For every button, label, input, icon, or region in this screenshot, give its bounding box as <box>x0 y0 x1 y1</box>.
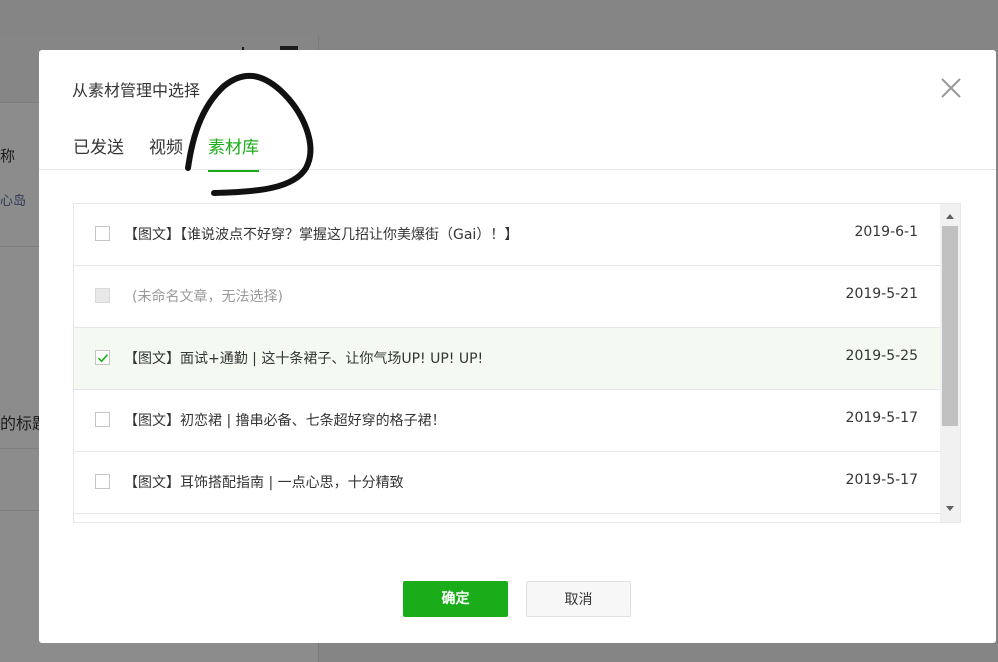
select-material-dialog: 从素材管理中选择 已发送 视频 素材库 【图文】【谁说波点不好穿？掌握这几招让你… <box>39 50 996 643</box>
checkmark-icon <box>97 354 109 363</box>
item-checkbox-disabled <box>95 288 110 303</box>
item-checkbox[interactable] <box>95 412 110 427</box>
item-title: 【图文】耳饰搭配指南 | 一点心思，十分精致 <box>124 475 404 491</box>
tab-bar: 已发送 视频 素材库 <box>39 125 996 172</box>
close-icon <box>941 78 961 98</box>
tab-video[interactable]: 视频 <box>149 133 183 170</box>
item-date: 2019-5-25 <box>845 348 918 364</box>
item-title: 【图文】面试+通勤 | 这十条裙子、让你气场UP! UP! UP! <box>124 351 484 367</box>
item-checkbox[interactable] <box>95 474 110 489</box>
item-date: 2019-5-21 <box>845 286 918 302</box>
item-title: 【图文】【谁说波点不好穿？掌握这几招让你美爆街（Gai）！】 <box>124 227 519 243</box>
close-button[interactable] <box>937 74 965 102</box>
tab-material-library[interactable]: 素材库 <box>208 133 259 172</box>
item-date: 2019-5-17 <box>845 410 918 426</box>
list-item: (未命名文章，无法选择) 2019-5-21 <box>74 266 940 328</box>
item-date: 2019-5-17 <box>845 472 918 488</box>
scroll-down-arrow-icon[interactable] <box>945 505 955 513</box>
list-item-selected[interactable]: 【图文】面试+通勤 | 这十条裙子、让你气场UP! UP! UP! 2019-5… <box>74 328 940 390</box>
item-checkbox[interactable] <box>95 226 110 241</box>
list-item[interactable]: 【图文】耳饰搭配指南 | 一点心思，十分精致 2019-5-17 <box>74 452 940 514</box>
dialog-title: 从素材管理中选择 <box>72 81 201 100</box>
item-title: 【图文】初恋裙 | 撸串必备、七条超好穿的格子裙！ <box>124 413 446 429</box>
tab-sent[interactable]: 已发送 <box>73 133 124 170</box>
item-title: (未命名文章，无法选择) <box>132 289 283 305</box>
list-scrollbar[interactable] <box>940 204 960 522</box>
list-item[interactable]: 【图文】初恋裙 | 撸串必备、七条超好穿的格子裙！ 2019-5-17 <box>74 390 940 452</box>
cancel-button[interactable]: 取消 <box>526 581 631 617</box>
item-date: 2019-6-1 <box>854 224 918 240</box>
scroll-up-arrow-icon[interactable] <box>945 212 955 220</box>
item-checkbox-checked[interactable] <box>95 350 110 365</box>
list-item[interactable]: 【图文】【谁说波点不好穿？掌握这几招让你美爆街（Gai）！】 2019-6-1 <box>74 204 940 266</box>
confirm-button[interactable]: 确定 <box>403 581 508 617</box>
article-list: 【图文】【谁说波点不好穿？掌握这几招让你美爆街（Gai）！】 2019-6-1 … <box>73 203 961 523</box>
scroll-thumb[interactable] <box>942 226 958 426</box>
